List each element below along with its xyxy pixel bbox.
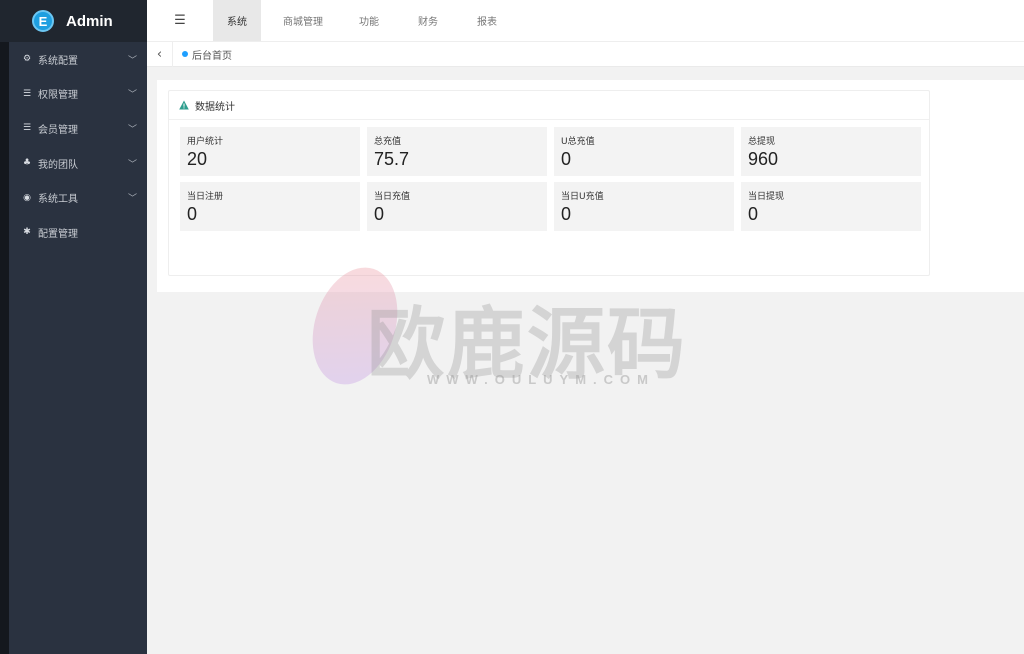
sidebar-item-label: 我的团队 <box>38 159 78 171</box>
menu-toggle-icon[interactable]: ☰ <box>147 0 213 41</box>
list-icon: ☰ <box>22 123 32 134</box>
app-title: Admin <box>66 12 113 30</box>
stat-today-u-recharge: 当日U充值 0 <box>554 182 734 231</box>
tab-finance[interactable]: 财务 <box>404 0 452 41</box>
warning-icon <box>179 100 189 110</box>
chevron-down-icon: ﹀ <box>127 124 137 135</box>
stat-value: 20 <box>187 149 208 169</box>
chevron-down-icon: ﹀ <box>127 159 137 170</box>
main-content: 数据统计 用户统计 20 总充值 75.7 U总充值 0 总提现 960 当日注… <box>157 80 1024 292</box>
stats-card-header: 数据统计 <box>169 91 929 120</box>
stat-label: 当日U充值 <box>561 192 604 202</box>
sidebar-item-config-management[interactable]: ✱ 配置管理 <box>9 215 147 250</box>
page-tab-label: 后台首页 <box>192 50 232 62</box>
stat-value: 75.7 <box>374 149 410 169</box>
stat-label: 当日提现 <box>748 192 785 202</box>
stat-label: 总提现 <box>748 137 776 147</box>
sidebar-item-label: 系统配置 <box>38 55 78 67</box>
stat-value: 0 <box>561 149 572 169</box>
disc-icon: ◉ <box>23 192 31 203</box>
stat-label: 总充值 <box>374 137 402 147</box>
chevron-down-icon: ﹀ <box>127 90 137 101</box>
sidebar-item-label: 会员管理 <box>38 124 78 136</box>
chevron-down-icon: ﹀ <box>127 194 137 205</box>
stat-total-recharge: 总充值 75.7 <box>367 127 547 176</box>
stat-total-u-recharge: U总充值 0 <box>554 127 734 176</box>
logo-icon: E <box>32 10 54 32</box>
top-nav: ☰ 系统 商城管理 功能 财务 报表 <box>147 0 1024 42</box>
gears-icon: ⚙ <box>22 54 32 65</box>
page-tab-bar: ‹ 后台首页 <box>147 41 1024 67</box>
asterisk-icon: ✱ <box>23 227 31 238</box>
tab-shop-management[interactable]: 商城管理 <box>272 0 334 41</box>
sidebar-item-system-tools[interactable]: ◉ 系统工具 ﹀ <box>9 180 147 215</box>
sidebar-item-permissions[interactable]: ☰ 权限管理 ﹀ <box>9 77 147 112</box>
stat-label: 当日注册 <box>187 192 224 202</box>
sidebar-item-members[interactable]: ☰ 会员管理 ﹀ <box>9 111 147 146</box>
stat-user-count: 用户统计 20 <box>180 127 360 176</box>
page-tab-home[interactable]: 后台首页 <box>182 47 232 62</box>
sidebar-item-label: 系统工具 <box>38 194 78 206</box>
tab-reports[interactable]: 报表 <box>463 0 511 41</box>
sidebar-item-my-team[interactable]: ♣ 我的团队 ﹀ <box>9 146 147 181</box>
stat-value: 0 <box>374 204 385 224</box>
active-dot-icon <box>182 51 188 57</box>
stat-label: 当日充值 <box>374 192 411 202</box>
sidebar-item-system-config[interactable]: ⚙ 系统配置 ﹀ <box>9 42 147 77</box>
stat-value: 0 <box>187 204 198 224</box>
watermark-url: WWW.OULUYM.COM <box>427 372 655 387</box>
tab-functions[interactable]: 功能 <box>345 0 393 41</box>
stat-today-withdrawal: 当日提现 0 <box>741 182 921 231</box>
stat-label: U总充值 <box>561 137 595 147</box>
stat-total-withdrawal: 总提现 960 <box>741 127 921 176</box>
tab-system[interactable]: 系统 <box>213 0 261 41</box>
sitemap-icon: ♣ <box>22 158 32 169</box>
sidebar-item-label: 权限管理 <box>38 90 78 102</box>
watermark-text: 欧鹿源码 <box>367 300 688 390</box>
stats-card-title: 数据统计 <box>195 101 235 113</box>
stat-today-registrations: 当日注册 0 <box>180 182 360 231</box>
back-icon[interactable]: ‹ <box>147 41 173 67</box>
stats-grid: 用户统计 20 总充值 75.7 U总充值 0 总提现 960 当日注册 0 当… <box>180 127 921 231</box>
stat-today-recharge: 当日充值 0 <box>367 182 547 231</box>
stat-label: 用户统计 <box>187 137 224 147</box>
chevron-down-icon: ﹀ <box>127 55 137 66</box>
stat-value: 960 <box>748 149 779 169</box>
stats-card: 数据统计 用户统计 20 总充值 75.7 U总充值 0 总提现 960 当日注… <box>168 90 930 276</box>
list-icon: ☰ <box>22 88 32 99</box>
sidebar-item-label: 配置管理 <box>38 228 78 240</box>
logo[interactable]: E Admin <box>0 0 147 42</box>
sidebar-menu: ⚙ 系统配置 ﹀ ☰ 权限管理 ﹀ ☰ 会员管理 ﹀ ♣ 我的团队 ﹀ ◉ 系统… <box>9 42 147 250</box>
stat-value: 0 <box>561 204 572 224</box>
sidebar: E Admin ⚙ 系统配置 ﹀ ☰ 权限管理 ﹀ ☰ 会员管理 ﹀ ♣ 我的团… <box>0 0 147 654</box>
stat-value: 0 <box>748 204 759 224</box>
